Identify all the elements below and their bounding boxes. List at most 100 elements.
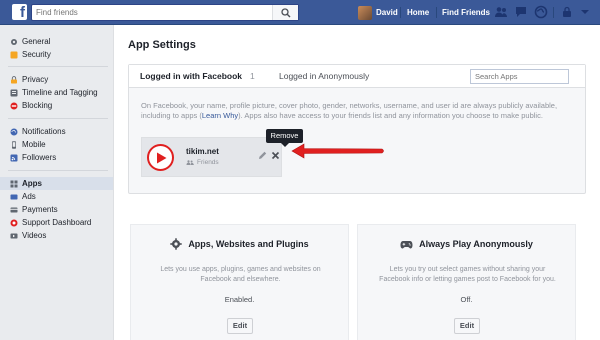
sidebar-item-label: Videos (22, 231, 47, 240)
gear-icon (170, 238, 183, 250)
app-name: tikim.net (186, 147, 219, 156)
tab-logged-in-with-facebook[interactable]: Logged in with Facebook (140, 71, 242, 81)
find-friends-label: Find Friends (442, 8, 490, 17)
support-icon (10, 219, 18, 226)
sidebar-item-label: Security (22, 50, 51, 59)
sidebar-divider (8, 118, 108, 119)
sidebar-item-notifications[interactable]: Notifications (0, 125, 113, 138)
sidebar-item-label: General (22, 37, 51, 46)
friends-icon (186, 160, 194, 165)
learn-why-link[interactable]: Learn Why (202, 111, 238, 120)
sidebar-item-privacy[interactable]: Privacy (0, 73, 113, 86)
privacy-lock-icon (11, 75, 17, 83)
setting-title: Always Play Anonymously (358, 238, 575, 250)
nav-divider (400, 7, 401, 18)
setting-description: Lets you use apps, plugins, games and we… (160, 266, 321, 283)
red-arrow-annotation (291, 143, 384, 159)
app-logo (147, 144, 174, 171)
apps-icon (10, 180, 18, 187)
globe-icon (10, 128, 18, 135)
setting-description: Lets you try out select games without sh… (379, 266, 556, 283)
setting-title: Apps, Websites and Plugins (131, 238, 348, 250)
tab-count: 1 (250, 71, 255, 81)
sidebar-item-mobile[interactable]: Mobile (0, 138, 113, 151)
apps-card: Logged in with Facebook 1 Logged in Anon… (128, 64, 586, 194)
video-icon (10, 233, 18, 238)
sidebar-item-blocking[interactable]: Blocking (0, 99, 113, 112)
block-icon (10, 102, 18, 109)
apps-info-text: On Facebook, your name, profile picture,… (141, 101, 558, 120)
play-icon (157, 152, 167, 164)
sidebar-item-label: Apps (22, 179, 42, 188)
sidebar-item-videos[interactable]: Videos (0, 229, 113, 242)
setting-status: Enabled. (224, 295, 255, 304)
main-panel: App Settings Logged in with Facebook 1 L… (113, 25, 600, 340)
sidebar-item-support-dashboard[interactable]: Support Dashboard (0, 216, 113, 229)
sidebar-item-label: Timeline and Tagging (22, 88, 98, 97)
nav-divider (436, 7, 437, 18)
app-audience: Friends (186, 159, 219, 166)
search-icon (281, 8, 291, 18)
sidebar-divider (8, 170, 108, 171)
sidebar-item-label: Privacy (22, 75, 49, 84)
sidebar-item-label: Blocking (22, 101, 53, 110)
tab-label: Logged in with Facebook (140, 71, 242, 81)
search-box (31, 4, 299, 21)
friend-requests-icon[interactable] (494, 5, 508, 19)
home-link[interactable]: Home (407, 0, 429, 25)
find-friends-link[interactable]: Find Friends (442, 0, 490, 25)
gear-icon (11, 38, 17, 45)
sidebar-item-apps[interactable]: Apps (0, 177, 113, 190)
payments-icon (10, 207, 18, 212)
ads-icon (10, 194, 18, 199)
mobile-icon (12, 140, 16, 149)
page-title: App Settings (128, 39, 196, 51)
sidebar-item-security[interactable]: Security (0, 48, 113, 61)
sidebar-divider (8, 66, 108, 67)
setting-status: Off. (460, 295, 473, 304)
sidebar-item-followers[interactable]: Followers (0, 151, 113, 164)
apps-websites-plugins-card: Apps, Websites and Plugins Lets you use … (130, 224, 349, 340)
user-name: David (376, 8, 398, 17)
app-audience-label: Friends (197, 159, 219, 166)
tab-logged-in-anonymously[interactable]: Logged in Anonymously (279, 71, 369, 81)
settings-sidebar: General Security Privacy Timeline and Ta… (0, 25, 113, 340)
lock-icon (10, 51, 18, 58)
remove-app-icon[interactable] (271, 151, 280, 160)
sidebar-item-label: Mobile (22, 140, 46, 149)
profile-link[interactable]: David (358, 0, 398, 25)
timeline-icon (10, 89, 18, 96)
sidebar-item-general[interactable]: General (0, 35, 113, 48)
search-apps-input[interactable] (471, 70, 566, 83)
rss-icon (10, 154, 18, 161)
always-play-anonymously-card: Always Play Anonymously Lets you try out… (357, 224, 576, 340)
sidebar-item-label: Ads (22, 192, 36, 201)
edit-pencil-icon[interactable] (258, 151, 267, 160)
chevron-down-icon[interactable] (578, 5, 592, 19)
sidebar-item-ads[interactable]: Ads (0, 190, 113, 203)
sidebar-item-payments[interactable]: Payments (0, 203, 113, 216)
notifications-globe-icon[interactable] (534, 5, 548, 19)
edit-apps-websites-plugins-button[interactable]: Edit (227, 318, 253, 334)
edit-always-play-anonymously-button[interactable]: Edit (454, 318, 480, 334)
top-bar: f David Home Find Friends (0, 0, 600, 25)
game-controller-icon (400, 241, 413, 249)
sidebar-item-label: Payments (22, 205, 58, 214)
privacy-shortcuts-icon[interactable] (560, 5, 574, 19)
search-input[interactable] (32, 5, 272, 20)
home-label: Home (407, 8, 430, 17)
messages-icon[interactable] (514, 5, 528, 19)
search-apps-box (470, 69, 569, 84)
sidebar-item-label: Notifications (22, 127, 66, 136)
tooltip-tail (281, 143, 289, 147)
sidebar-item-label: Support Dashboard (22, 218, 92, 227)
avatar (358, 5, 372, 20)
app-tile[interactable]: tikim.net Friends (141, 137, 282, 177)
nav-divider (553, 7, 554, 18)
search-button[interactable] (272, 5, 298, 20)
sidebar-item-label: Followers (22, 153, 57, 162)
facebook-logo-icon[interactable]: f (12, 4, 27, 20)
sidebar-item-timeline[interactable]: Timeline and Tagging (0, 86, 113, 99)
tab-bar: Logged in with Facebook 1 Logged in Anon… (129, 65, 585, 88)
tab-label: Logged in Anonymously (279, 71, 370, 81)
